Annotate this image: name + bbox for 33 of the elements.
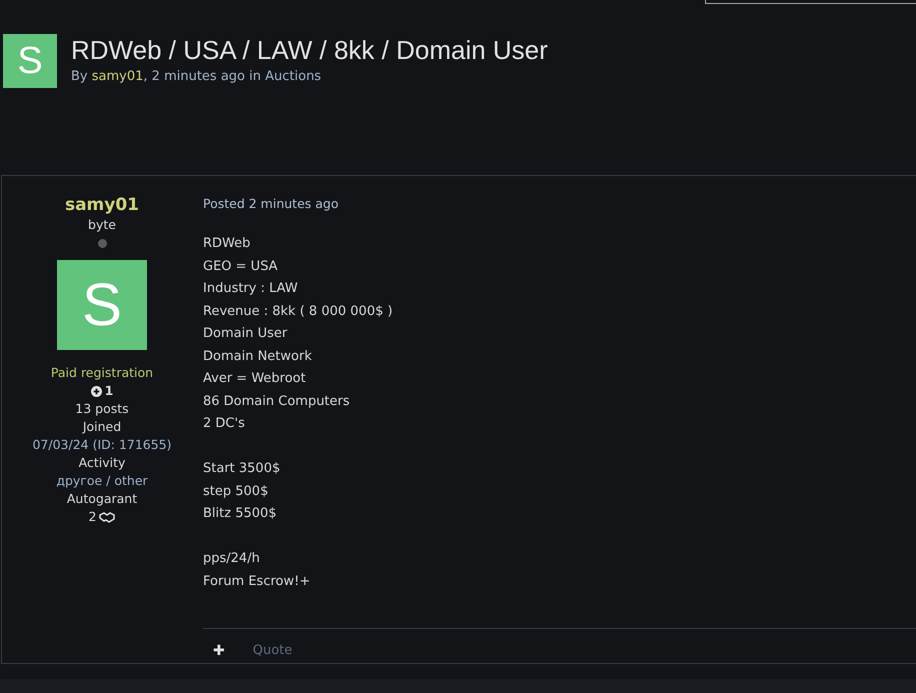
field-value: 2 (88, 508, 96, 526)
field-label: Joined (82, 418, 122, 436)
topic-title: RDWeb / USA / LAW / 8kk / Domain User (71, 34, 548, 66)
field-value[interactable]: другое / other (56, 472, 148, 490)
plus-circle-icon (90, 386, 102, 396)
author-group: Paid registration (50, 364, 154, 382)
reputation-count: 1 (104, 382, 114, 400)
author-link[interactable]: samy01 (92, 69, 144, 84)
post-text: Domain User (203, 325, 288, 343)
post-count: 13 posts (75, 400, 129, 418)
post-text: Domain Network (203, 348, 313, 366)
forum-link[interactable]: Auctions (265, 69, 322, 84)
field-label: Autogarant (66, 490, 138, 508)
post-date: Posted 2 minutes ago (203, 196, 340, 211)
author-rank: byte (88, 216, 116, 234)
post-text: step 500$ (203, 482, 270, 500)
post-text: Revenue : 8kk ( 8 000 000$ ) (203, 302, 394, 320)
post-text: Aver = Webroot (203, 370, 307, 388)
post-text: pps/24/h (203, 550, 261, 568)
post-text: Forum Escrow!+ (203, 572, 312, 590)
handshake-icon (99, 512, 116, 522)
post-text: 2 DC's (203, 415, 246, 433)
field-value: 07/03/24 (ID: 171655) (32, 436, 172, 454)
field-label: Activity (78, 454, 126, 472)
plus-button[interactable]: ✚ (209, 642, 229, 658)
author-name[interactable]: samy01 (64, 194, 140, 216)
post-text: GEO = USA (203, 258, 279, 276)
post-text: RDWeb (203, 235, 252, 253)
topic-meta: By samy01, 2 minutes ago in Auctions (71, 69, 322, 84)
post-text: Blitz 5500$ (203, 505, 278, 523)
post-text: 86 Domain Computers (203, 392, 351, 410)
post-text: Start 3500$ (203, 460, 282, 478)
post-text: Industry : LAW (203, 280, 299, 298)
